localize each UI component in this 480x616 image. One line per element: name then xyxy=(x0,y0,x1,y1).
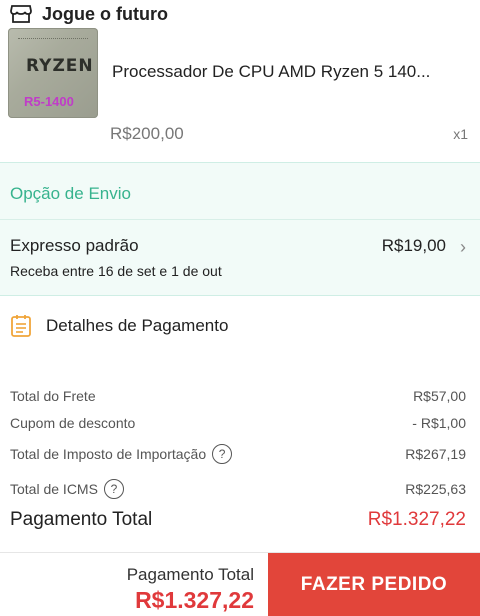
shipping-method[interactable]: Expresso padrão xyxy=(10,236,139,256)
shipping-heading: Opção de Envio xyxy=(10,184,131,203)
product-image-brand: RYZEN xyxy=(26,56,94,76)
chip-decoration xyxy=(18,38,88,41)
payment-row-label: Total de Imposto de Importação xyxy=(10,446,207,462)
payment-row-import-tax: Total de Imposto de Importação ? R$267,1… xyxy=(10,444,466,464)
chevron-right-icon[interactable]: › xyxy=(460,237,466,258)
payment-details: Detalhes de Pagamento Total do Frete R$5… xyxy=(0,296,480,552)
footer-total-value: R$1.327,22 xyxy=(135,587,254,613)
product-price: R$200,00 xyxy=(110,124,184,143)
store-header[interactable]: Jogue o futuro xyxy=(0,0,480,28)
payment-row-value: R$267,19 xyxy=(405,446,466,462)
shipping-section: Opção de Envio Expresso padrão R$19,00 ›… xyxy=(0,162,480,296)
payment-row-value: R$225,63 xyxy=(405,481,466,497)
footer-total-label: Pagamento Total xyxy=(126,565,254,584)
product-image-model: R5-1400 xyxy=(24,94,74,109)
payment-total-row: Pagamento Total R$1.327,22 xyxy=(10,509,466,531)
checkout-bar: Pagamento Total R$1.327,22 FAZER PEDIDO xyxy=(0,552,480,616)
payment-row-coupon: Cupom de desconto - R$1,00 xyxy=(10,415,466,431)
store-name: Jogue o futuro xyxy=(42,3,168,24)
payment-row-label-wrap: Total de Imposto de Importação ? xyxy=(10,444,233,464)
payment-row-value: R$57,00 xyxy=(413,388,466,404)
help-icon[interactable]: ? xyxy=(103,479,124,499)
help-icon[interactable]: ? xyxy=(212,444,233,464)
payment-heading-row: Detalhes de Pagamento xyxy=(10,314,228,338)
shipping-eta: Receba entre 16 de set e 1 de out xyxy=(10,263,222,279)
payment-row-label: Cupom de desconto xyxy=(10,415,136,431)
payment-row-icms: Total de ICMS ? R$225,63 xyxy=(10,479,466,499)
payment-row-label-wrap: Total de ICMS ? xyxy=(10,479,124,499)
payment-heading: Detalhes de Pagamento xyxy=(46,316,229,335)
product-image[interactable]: RYZEN R5-1400 xyxy=(8,28,98,118)
payment-total-value: R$1.327,22 xyxy=(367,509,466,530)
shipping-price[interactable]: R$19,00 xyxy=(382,236,446,256)
payment-row-shipping: Total do Frete R$57,00 xyxy=(10,388,466,404)
store-icon xyxy=(10,4,32,24)
place-order-button[interactable]: FAZER PEDIDO xyxy=(268,553,480,616)
payment-total-label: Pagamento Total xyxy=(10,509,153,530)
shipping-divider xyxy=(0,219,480,220)
payment-row-value: - R$1,00 xyxy=(412,415,466,431)
product-quantity: x1 xyxy=(453,126,468,142)
payment-row-label: Total do Frete xyxy=(10,388,96,404)
receipt-icon xyxy=(10,314,32,338)
payment-row-label: Total de ICMS xyxy=(10,481,98,497)
product-title[interactable]: Processador De CPU AMD Ryzen 5 140... xyxy=(112,62,430,82)
